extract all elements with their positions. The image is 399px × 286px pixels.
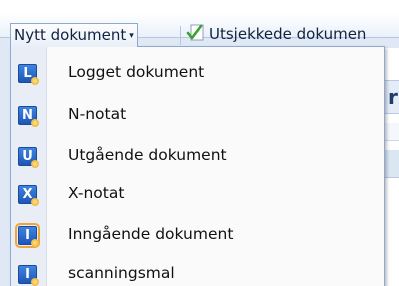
checked-out-documents-label: Utsjekkede dokumen bbox=[209, 25, 367, 43]
checkmark-document-icon bbox=[186, 24, 206, 42]
x-notat-icon: X bbox=[18, 185, 39, 206]
menu-item-n-notat[interactable]: N N-notat bbox=[11, 97, 384, 135]
menu-item-inngaende-dokument[interactable]: I Inngående dokument bbox=[11, 217, 384, 255]
menu-item-label: X-notat bbox=[68, 184, 125, 202]
menu-item-x-notat[interactable]: X X-notat bbox=[11, 176, 384, 214]
toolbar-top-strip bbox=[0, 0, 399, 14]
background-row bbox=[385, 150, 399, 178]
background-header: r bbox=[385, 80, 399, 114]
menu-item-scanningsmal[interactable]: I scanningsmal bbox=[11, 256, 384, 286]
checked-out-documents-button[interactable]: Utsjekkede dokumen bbox=[186, 23, 366, 47]
chevron-down-icon: ▾ bbox=[129, 31, 134, 41]
menu-item-utgaende-dokument[interactable]: U Utgående dokument bbox=[11, 138, 384, 176]
menu-item-label: Logget dokument bbox=[68, 63, 205, 81]
background-row bbox=[385, 123, 399, 141]
menu-item-logget-dokument[interactable]: L Logget dokument bbox=[11, 55, 384, 93]
background-header-text: r bbox=[388, 85, 398, 109]
menu-item-label: Inngående dokument bbox=[68, 225, 234, 243]
menu-item-label: Utgående dokument bbox=[68, 146, 227, 164]
logget-document-icon: L bbox=[18, 64, 39, 85]
inngaende-document-icon: I bbox=[15, 223, 40, 248]
menu-item-label: N-notat bbox=[68, 105, 127, 123]
new-document-label: Nytt dokument bbox=[14, 26, 127, 44]
n-notat-icon: N bbox=[18, 106, 39, 127]
new-document-menu-button[interactable]: Nytt dokument ▾ bbox=[10, 23, 138, 47]
scanningsmal-icon: I bbox=[18, 265, 39, 286]
utgaende-document-icon: U bbox=[18, 147, 39, 168]
menu-item-label: scanningsmal bbox=[68, 264, 175, 282]
new-document-dropdown: L Logget dokument N N-notat U Utgående d… bbox=[10, 46, 385, 286]
toolbar-separator bbox=[180, 26, 181, 45]
